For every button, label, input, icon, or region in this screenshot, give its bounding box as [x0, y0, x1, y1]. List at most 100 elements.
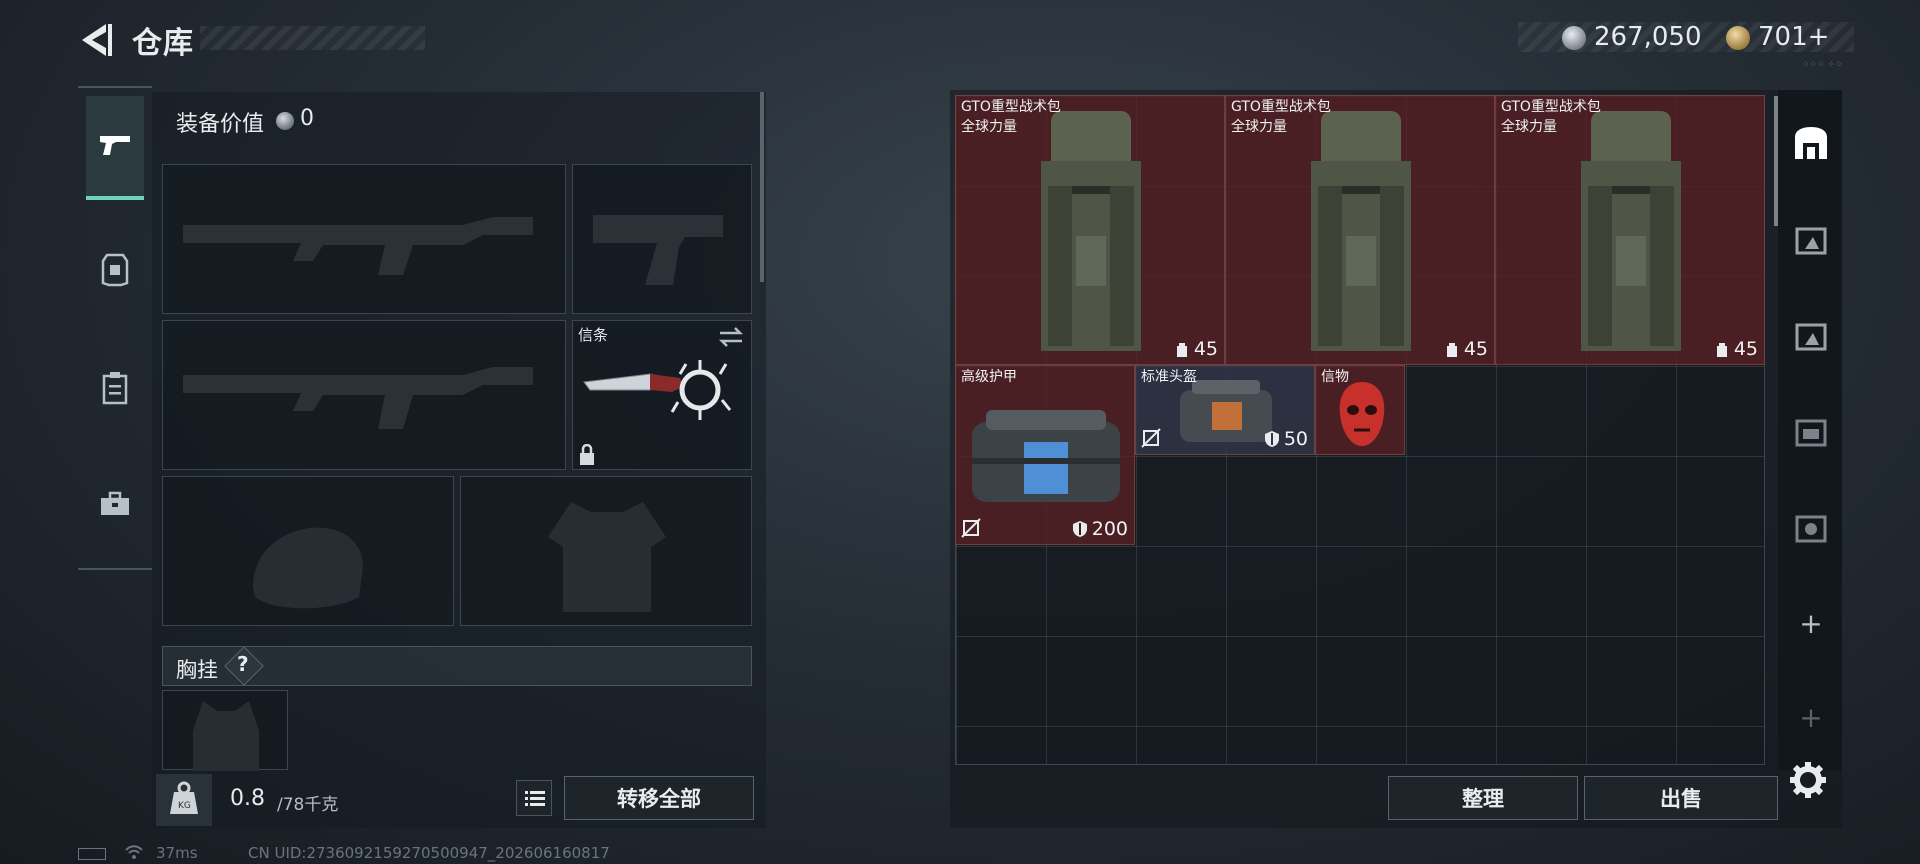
backpack-item-3[interactable]: GTO重型战术包 全球力量 45: [1495, 95, 1765, 365]
help-icon[interactable]: ?: [237, 652, 249, 676]
no-flag-icon: [961, 518, 981, 538]
armor-silhouette-icon: [548, 502, 666, 612]
item-name: 高级护甲: [961, 369, 1017, 385]
item-subtitle: 全球力量: [1231, 119, 1287, 135]
container-tab-1[interactable]: [1788, 216, 1834, 262]
rifle-silhouette-icon: [183, 217, 533, 275]
armor-item[interactable]: 高级护甲 200: [955, 365, 1135, 545]
shield-icon: [1264, 431, 1279, 447]
version-text: ⁘⁘⁘ ⁘⁘: [1802, 60, 1843, 70]
item-capacity: 45: [1174, 338, 1218, 360]
helmet-silhouette-icon: [253, 527, 363, 609]
primary-weapon-slot-1[interactable]: [162, 164, 566, 314]
pistol-silhouette-icon: [593, 215, 723, 285]
silver-coin-icon: [1562, 26, 1586, 50]
gold-amount[interactable]: 701+: [1758, 22, 1829, 52]
capacity-value: 45: [1733, 338, 1758, 360]
item-name: GTO重型战术包: [1231, 99, 1331, 115]
list-button[interactable]: [516, 780, 552, 816]
gear-icon: [1790, 762, 1826, 798]
add-container-icon-disabled: +: [1799, 700, 1823, 734]
ping-value: 37ms: [156, 844, 198, 862]
capacity-value: 45: [1463, 338, 1488, 360]
item-subtitle: 全球力量: [961, 119, 1017, 135]
home-icon: [1795, 127, 1827, 159]
item-name: 标准头盔: [1141, 369, 1197, 385]
vest-silhouette-icon: [193, 701, 259, 771]
rifle-silhouette-icon: [183, 367, 533, 429]
durability-value: 200: [1091, 518, 1128, 540]
sell-button[interactable]: 出售: [1584, 776, 1778, 820]
weight-capacity: /78千克: [277, 795, 339, 815]
pistol-icon: [100, 136, 130, 155]
tab-armor[interactable]: [86, 218, 144, 322]
wifi-icon: [124, 844, 144, 864]
container-icon: [1795, 515, 1827, 543]
item-durability: 50: [1264, 428, 1308, 450]
weight-icon-box: KG: [156, 774, 212, 826]
uid-text: CN UID:2736092159270500947_202606160817: [248, 844, 610, 862]
body-armor-slot[interactable]: [460, 476, 752, 626]
swap-icon[interactable]: [718, 326, 744, 348]
sort-button[interactable]: 整理: [1388, 776, 1578, 820]
weight-icon: KG: [170, 781, 198, 814]
no-flag-icon: [1141, 428, 1161, 448]
container-icon: [1795, 227, 1827, 255]
list-icon: [525, 791, 545, 806]
chest-rig-slot[interactable]: [162, 690, 288, 771]
chest-rig-label: 胸挂: [176, 658, 218, 682]
sidearm-slot[interactable]: [572, 164, 752, 314]
tab-weapons[interactable]: [86, 96, 144, 200]
transfer-all-button[interactable]: 转移全部: [564, 776, 754, 820]
backpack-icon: [1311, 111, 1411, 351]
add-container-icon[interactable]: +: [1788, 600, 1834, 646]
loadout-scrollbar[interactable]: [760, 92, 764, 282]
silver-coin-icon: [276, 112, 294, 130]
weight-value: 0.8: [230, 786, 265, 811]
backpack-icon: [1581, 111, 1681, 351]
equip-value: 0: [300, 106, 314, 131]
item-capacity: 45: [1444, 338, 1488, 360]
backpack-capacity-icon: [1446, 343, 1457, 357]
backpack-icon: [1041, 111, 1141, 351]
shield-icon: [1072, 521, 1087, 537]
lock-icon: [578, 443, 596, 466]
backpack-item-1[interactable]: GTO重型战术包 全球力量 45: [955, 95, 1225, 365]
silver-amount: 267,050: [1594, 22, 1702, 52]
backpack-capacity-icon: [1716, 343, 1727, 357]
toolbox-icon: [101, 491, 129, 515]
item-name: GTO重型战术包: [1501, 99, 1601, 115]
primary-weapon-slot-2[interactable]: [162, 320, 566, 470]
item-subtitle: 全球力量: [1501, 119, 1557, 135]
container-tab-2[interactable]: [1788, 312, 1834, 358]
equip-value-label: 装备价值: [176, 112, 265, 137]
container-icon: [1795, 419, 1827, 447]
container-icon: [1795, 323, 1827, 351]
item-name: GTO重型战术包: [961, 99, 1061, 115]
item-name: 信物: [1321, 369, 1349, 385]
armor-icon: [101, 253, 129, 287]
clipboard-icon: [102, 372, 128, 405]
durability-value: 50: [1283, 428, 1308, 450]
item-durability: 200: [1072, 518, 1128, 540]
helmet-item[interactable]: 标准头盔 50: [1135, 365, 1315, 455]
container-tab-home[interactable]: [1788, 120, 1834, 166]
armor-bag-icon: [972, 410, 1120, 502]
page-title: 仓库: [132, 26, 194, 61]
backpack-item-2[interactable]: GTO重型战术包 全球力量 45: [1225, 95, 1495, 365]
battery-icon: [78, 848, 106, 860]
backpack-capacity-icon: [1176, 343, 1187, 357]
token-item[interactable]: 信物: [1315, 365, 1405, 455]
gold-coin-icon: [1726, 26, 1750, 50]
back-arrow-icon: [82, 24, 112, 56]
title-decoration: [200, 26, 425, 50]
container-tab-4[interactable]: [1788, 504, 1834, 550]
container-tab-3[interactable]: [1788, 408, 1834, 454]
back-button[interactable]: [78, 20, 114, 60]
helmet-slot[interactable]: [162, 476, 454, 626]
capacity-value: 45: [1193, 338, 1218, 360]
settings-button[interactable]: [1786, 758, 1830, 802]
tab-toolbox[interactable]: [86, 452, 144, 556]
tab-chest-rig[interactable]: [86, 336, 144, 440]
token-slot-label: 信条: [578, 326, 609, 344]
